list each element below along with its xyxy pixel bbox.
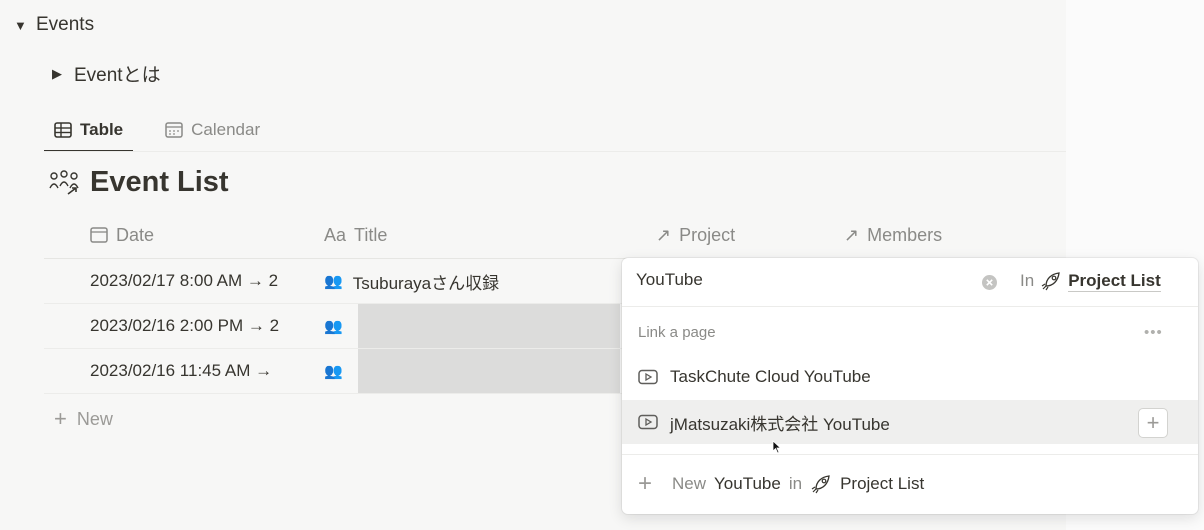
option-label: jMatsuzaki株式会社 YouTube bbox=[670, 414, 890, 434]
view-tabs: Table Calendar bbox=[44, 108, 270, 152]
column-date-label: Date bbox=[116, 224, 155, 245]
calendar-icon bbox=[165, 122, 183, 138]
column-header-members[interactable]: ↗ Members bbox=[844, 222, 942, 248]
new-prefix: New bbox=[672, 474, 707, 493]
option-item[interactable]: TaskChute Cloud YouTube bbox=[622, 355, 1198, 399]
title-cell[interactable]: 👥 Tsuburayaさん収録 bbox=[324, 259, 499, 303]
relation-arrow-icon: ↗ bbox=[656, 224, 672, 245]
plus-icon: + bbox=[638, 470, 653, 497]
video-page-icon bbox=[638, 369, 658, 385]
events-toggle[interactable]: ▼ Events bbox=[14, 14, 94, 36]
scope-name: Project List bbox=[1068, 270, 1161, 292]
redacted-block bbox=[358, 304, 620, 348]
new-in-label: in bbox=[788, 474, 803, 493]
rocket-icon bbox=[811, 475, 830, 494]
mouse-cursor-icon bbox=[772, 440, 782, 454]
calendar-icon bbox=[90, 227, 108, 243]
relation-popup: YouTube In Project List Link a page ••• … bbox=[622, 258, 1198, 514]
redacted-block bbox=[358, 349, 620, 393]
toggle-collapsed-icon[interactable]: ▶ bbox=[52, 66, 74, 82]
tabs-divider bbox=[44, 151, 1066, 152]
rocket-icon bbox=[1041, 272, 1060, 291]
new-scope-name: Project List bbox=[840, 474, 925, 493]
people-icon: 👥 bbox=[324, 273, 343, 290]
title-cell[interactable]: 👥 bbox=[324, 349, 353, 393]
relation-arrow-icon: ↗ bbox=[844, 224, 860, 245]
tab-calendar[interactable]: Calendar bbox=[155, 108, 270, 152]
popup-divider bbox=[622, 454, 1198, 455]
date-cell[interactable]: 2023/02/17 8:00 AM → 2 bbox=[90, 259, 326, 303]
link-a-page-label: Link a page bbox=[638, 324, 716, 341]
clear-icon[interactable] bbox=[982, 275, 997, 290]
events-heading: Events bbox=[36, 14, 95, 35]
more-icon[interactable]: ••• bbox=[1144, 324, 1163, 341]
event-toha-toggle[interactable]: ▶ Eventとは bbox=[52, 60, 161, 87]
column-header-project[interactable]: ↗ Project bbox=[656, 222, 735, 248]
people-icon: 👥 bbox=[324, 363, 343, 380]
video-page-icon bbox=[638, 414, 658, 430]
column-header-title[interactable]: Aa Title bbox=[324, 222, 387, 248]
date-cell[interactable]: 2023/02/16 2:00 PM → 2 bbox=[90, 304, 326, 348]
new-page-name: YouTube bbox=[714, 474, 781, 493]
tab-table[interactable]: Table bbox=[44, 108, 134, 152]
create-new-page-button[interactable]: + New YouTube in Project List bbox=[638, 472, 924, 496]
row-title: Tsuburayaさん収録 bbox=[352, 273, 500, 293]
title-cell[interactable]: 👥 bbox=[324, 304, 353, 348]
column-members-label: Members bbox=[867, 224, 943, 245]
search-scope[interactable]: In Project List bbox=[1020, 270, 1161, 292]
column-header-date[interactable]: Date bbox=[90, 222, 154, 248]
text-type-icon: Aa bbox=[324, 224, 347, 245]
in-label: In bbox=[1020, 271, 1035, 290]
search-input[interactable]: YouTube bbox=[636, 270, 703, 290]
plus-icon: + bbox=[54, 406, 67, 431]
toggle-expanded-icon[interactable]: ▼ bbox=[14, 18, 36, 33]
people-icon: 👥 bbox=[324, 318, 343, 335]
date-cell[interactable]: 2023/02/16 11:45 AM → bbox=[90, 349, 326, 393]
tab-table-label: Table bbox=[80, 120, 124, 139]
new-row-label: New bbox=[76, 408, 113, 429]
database-title[interactable]: Event List bbox=[46, 166, 229, 199]
option-label: TaskChute Cloud YouTube bbox=[670, 367, 871, 386]
tab-calendar-label: Calendar bbox=[191, 120, 261, 139]
option-item-highlighted[interactable]: jMatsuzaki株式会社 YouTube + bbox=[622, 400, 1198, 444]
database-title-text: Event List bbox=[90, 166, 229, 198]
event-toha-label: Eventとは bbox=[74, 65, 161, 86]
new-row-button[interactable]: + New bbox=[54, 408, 113, 430]
add-relation-button[interactable]: + bbox=[1138, 408, 1168, 438]
table-icon bbox=[54, 122, 72, 138]
column-project-label: Project bbox=[679, 224, 736, 245]
people-link-icon bbox=[49, 169, 79, 195]
column-title-label: Title bbox=[354, 224, 388, 245]
popup-search-row: YouTube In Project List bbox=[622, 258, 1198, 307]
